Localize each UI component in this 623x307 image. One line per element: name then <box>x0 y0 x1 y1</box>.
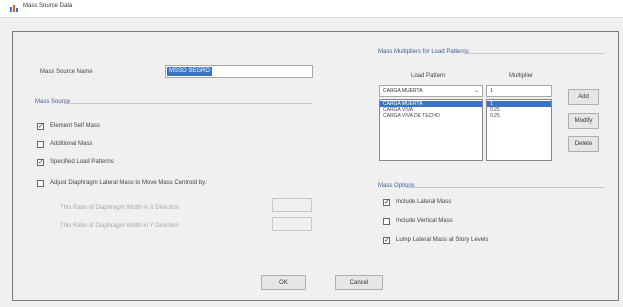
adjust-diaphragm-checkbox[interactable] <box>37 180 44 187</box>
ratio-y-label: This Ratio of Diaphragm Width in Y Direc… <box>60 223 179 229</box>
load-pattern-select-value: CARGA MUERTA <box>383 88 423 94</box>
title-bar: Mass Source Data <box>0 0 623 18</box>
multiplier-input[interactable]: 1 <box>486 85 552 97</box>
dialog-frame <box>12 31 619 301</box>
chevron-down-icon: ⌄ <box>474 88 480 94</box>
mass-source-divider <box>64 103 312 104</box>
include-vertical-mass-label: Include Vertical Mass <box>396 218 453 224</box>
ok-button[interactable]: OK <box>261 275 306 290</box>
include-lateral-mass-checkbox[interactable] <box>383 198 390 208</box>
mass-source-name-label: Mass Source Name <box>40 69 93 75</box>
specified-load-patterns-checkbox[interactable] <box>37 158 44 168</box>
element-self-mass-label: Element Self Mass <box>50 123 101 129</box>
lump-lateral-mass-checkbox[interactable] <box>383 236 390 246</box>
load-pattern-select[interactable]: CARGA MUERTA ⌄ <box>379 85 483 97</box>
multiplier-column-header: Multiplier <box>509 73 534 79</box>
additional-mass-label: Additional Mass <box>50 141 93 147</box>
specified-load-patterns-label: Specified Load Patterns <box>50 159 114 165</box>
mass-source-name-input[interactable]: MSSO SEGRO <box>165 65 313 78</box>
additional-mass-checkbox[interactable] <box>37 141 44 148</box>
delete-button[interactable]: Delete <box>568 136 599 152</box>
adjust-diaphragm-label: Adjust Diaphragm Lateral Mass to Move Ma… <box>50 180 207 186</box>
include-lateral-mass-label: Include Lateral Mass <box>396 199 452 205</box>
ratio-x-input[interactable] <box>272 198 312 212</box>
ratio-y-input[interactable] <box>272 217 312 231</box>
app-icon <box>10 5 18 12</box>
lump-lateral-mass-label: Lump Lateral Mass at Story Levels <box>396 237 489 243</box>
list-item[interactable]: CARGA VIVA DE TECHO <box>380 113 482 119</box>
modify-button[interactable]: Modify <box>568 113 599 129</box>
multiplier-input-value: 1 <box>490 88 493 94</box>
mass-options-heading: Mass Options <box>378 183 415 189</box>
load-pattern-list[interactable]: CARGA MUERTA CARGA VIVA CARGA VIVA DE TE… <box>379 99 483 161</box>
include-vertical-mass-checkbox[interactable] <box>383 218 390 225</box>
list-item[interactable]: 0.25 <box>487 113 551 119</box>
multiplier-list[interactable]: 1 0.25 0.25 <box>486 99 552 161</box>
load-pattern-multipliers-heading: Mass Multipliers for Load Patterns <box>378 49 469 55</box>
load-pattern-multipliers-divider <box>464 53 604 54</box>
element-self-mass-checkbox[interactable] <box>37 122 44 132</box>
load-pattern-column-header: Load Pattern <box>411 73 446 79</box>
mass-options-divider <box>406 187 604 188</box>
ratio-x-label: This Ratio of Diaphragm Width in X Direc… <box>60 205 180 211</box>
mass-source-name-value: MSSO SEGRO <box>167 67 213 76</box>
add-button[interactable]: Add <box>568 89 599 105</box>
cancel-button[interactable]: Cancel <box>335 275 383 290</box>
window-title: Mass Source Data <box>23 3 73 9</box>
mass-source-heading: Mass Source <box>35 99 71 105</box>
